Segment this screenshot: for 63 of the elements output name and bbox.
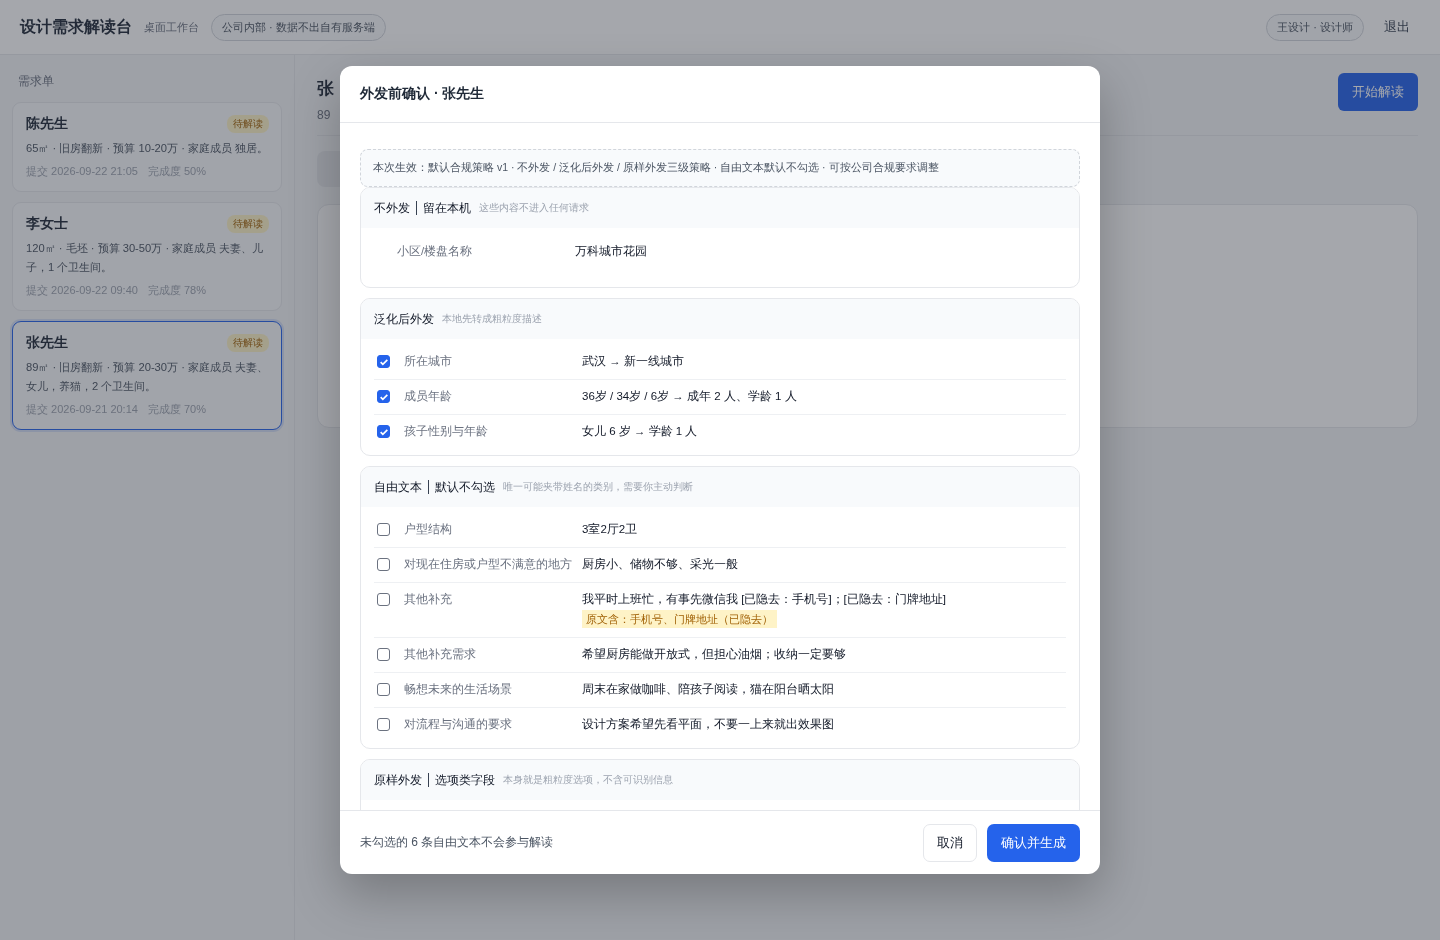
section-subtitle: 选项类字段 [435, 771, 495, 789]
field-value: 武汉 → 新一线城市 [582, 355, 684, 367]
section-note: 这些内容不进入任何请求 [479, 201, 589, 215]
field-label: 户型结构 [404, 522, 453, 537]
checkbox[interactable] [377, 425, 390, 438]
field-label: 成员年龄 [404, 389, 453, 404]
confirm-button[interactable]: 确认并生成 [987, 823, 1080, 862]
client-name: 陈先生 [26, 115, 68, 133]
section-note: 本地先转成粗粒度描述 [442, 312, 542, 326]
field-value: 万科城市花园 [575, 245, 647, 257]
redaction-tag: 原文含：手机号、门牌地址（已隐去） [582, 610, 777, 628]
section-title: 自由文本 [374, 478, 422, 496]
field-label: 其他补充 [404, 592, 453, 607]
checkbox[interactable] [377, 648, 390, 661]
logout-link[interactable]: 退出 [1384, 18, 1410, 36]
section-subtitle: 留在本机 [423, 199, 471, 217]
field-value: 36岁 / 34岁 / 6岁 → 成年 2 人、学龄 1 人 [582, 390, 797, 402]
checkbox[interactable] [377, 683, 390, 696]
cancel-button[interactable]: 取消 [923, 823, 977, 862]
field-label: 小区/楼盘名称 [397, 244, 474, 259]
status-badge: 待解读 [227, 215, 269, 233]
start-button[interactable]: 开始解读 [1338, 73, 1418, 111]
field-label: 其他补充需求 [404, 647, 477, 662]
request-summary: 65㎡ · 旧房翻新 · 预算 10-20万 · 家庭成员 独居。 [26, 141, 269, 156]
checkbox[interactable] [377, 593, 390, 606]
user-badge: 王设计 · 设计师 [1266, 13, 1364, 41]
policy-notice: 本次生效：默认合规策略 v1 · 不外发 / 泛化后外发 / 原样外发三级策略 · 自由文本默认不勾选 · 可按公司合规要求调整 [360, 149, 1080, 187]
field-value: 厨房小、储物不够、采光一般 [582, 558, 738, 570]
section-title: 泛化后外发 [374, 310, 434, 328]
section-subtitle: 默认不勾选 [435, 478, 495, 496]
status-badge: 待解读 [227, 334, 269, 352]
checkbox[interactable] [377, 390, 390, 403]
page-title: 张 [317, 78, 334, 100]
checkbox[interactable] [377, 558, 390, 571]
checkbox[interactable] [377, 718, 390, 731]
field-label: 对流程与沟通的要求 [404, 717, 513, 732]
field-label: 对现在住房或户型不满意的地方 [404, 557, 573, 572]
data-policy-badge: 公司内部 · 数据不出自有服务端 [211, 13, 386, 41]
sidebar-heading: 需求单 [18, 73, 55, 90]
page-meta: 89 [317, 108, 332, 122]
field-label: 所在城市 [404, 354, 453, 369]
section-title: 不外发 [374, 199, 410, 217]
request-summary: 120㎡ · 毛坯 · 预算 30-50万 · 家庭成员 夫妻、儿子，1 个卫生间。 [26, 241, 265, 275]
field-value: 周末在家做咖啡、陪孩子阅读，猫在阳台晒太阳 [582, 683, 834, 695]
field-value: 女儿 6 岁 → 学龄 1 人 [582, 425, 698, 437]
field-value: 3室2厅2卫 [582, 523, 638, 535]
app-subtitle: 桌面工作台 [144, 19, 199, 35]
field-value: 希望厨房能做开放式，但担心油烟；收纳一定要够 [582, 648, 846, 660]
checkbox[interactable] [377, 523, 390, 536]
checkbox[interactable] [377, 355, 390, 368]
request-summary: 89㎡ · 旧房翻新 · 预算 20-30万 · 家庭成员 夫妻、女儿，养猫，2 个卫生间。 [26, 360, 269, 394]
dialog-title: 外发前确认 · 张先生 [360, 85, 485, 103]
section-note: 本身就是粗粒度选项，不含可识别信息 [503, 773, 673, 787]
section-title: 原样外发 [374, 771, 422, 789]
client-name: 张先生 [26, 334, 68, 352]
client-name: 李女士 [26, 215, 68, 233]
footer-note: 未勾选的 6 条自由文本不会参与解读 [360, 834, 554, 851]
field-value: 我平时上班忙，有事先微信我 [已隐去：手机号]；[已隐去：门牌地址] [582, 593, 946, 605]
field-label: 畅想未来的生活场景 [404, 682, 513, 697]
app-title: 设计需求解读台 [20, 16, 132, 37]
field-label: 孩子性别与年龄 [404, 424, 489, 439]
status-badge: 待解读 [227, 115, 269, 133]
field-value: 设计方案希望先看平面，不要一上来就出效果图 [582, 718, 834, 730]
